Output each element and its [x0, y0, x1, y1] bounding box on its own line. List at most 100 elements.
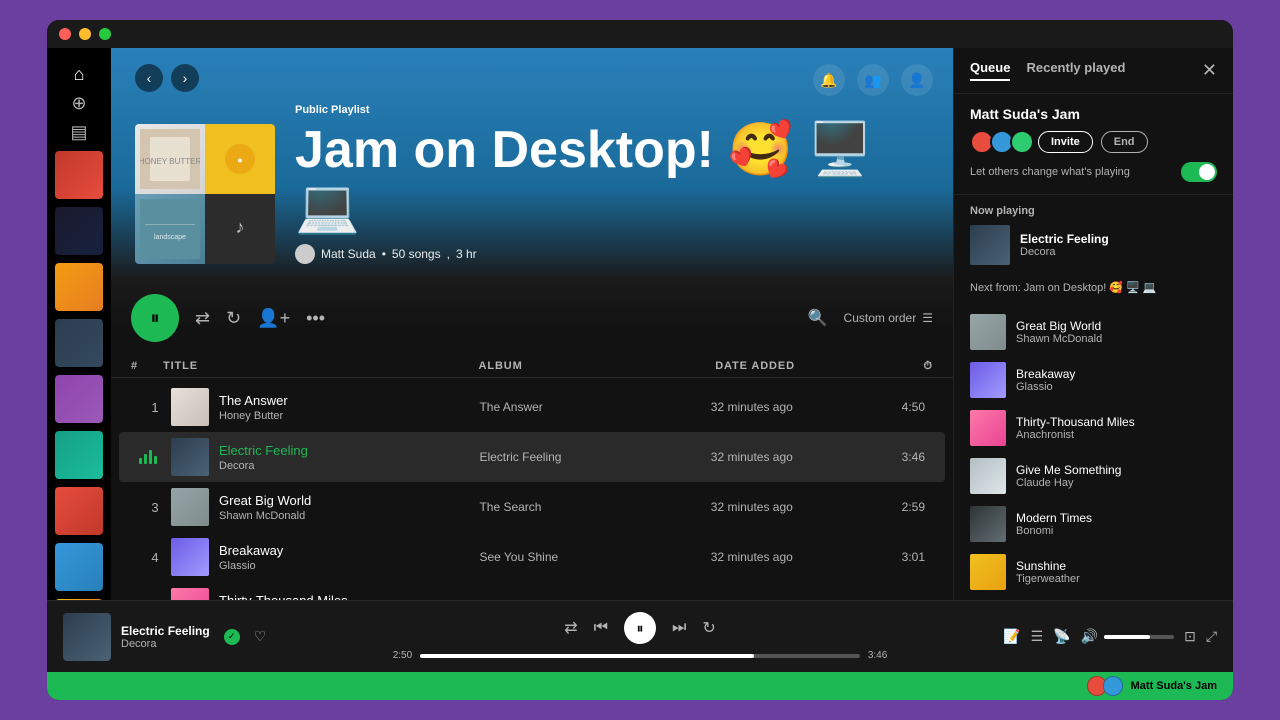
- toggle-switch[interactable]: [1181, 162, 1217, 182]
- track-info: The Answer Honey Butter: [171, 388, 479, 426]
- progress-track[interactable]: [420, 654, 860, 658]
- track-number: 4: [139, 550, 171, 565]
- queue-item[interactable]: Sunshine Tigerweather: [962, 548, 1225, 596]
- lyrics-icon[interactable]: 📝: [1003, 628, 1020, 645]
- jam-controls: Invite End: [970, 130, 1217, 154]
- more-options-icon[interactable]: •••: [306, 308, 325, 329]
- playlist-header: ‹ › 🔔 👥 👤 HONEY BUTTER ●: [111, 48, 953, 280]
- custom-order-button[interactable]: Custom order ☰: [844, 311, 933, 325]
- user-avatar[interactable]: 👤: [901, 64, 933, 96]
- queue-item[interactable]: Thirty-Thousand Miles Anachronist: [962, 404, 1225, 452]
- add-user-icon[interactable]: 👤+: [257, 308, 290, 329]
- playlist-duration: 3 hr: [456, 247, 477, 261]
- queue-list: Great Big World Shawn McDonald Breakaway…: [954, 308, 1233, 600]
- repeat-button[interactable]: ↻: [702, 618, 715, 638]
- miniplayer-icon[interactable]: ⊡: [1184, 628, 1196, 645]
- previous-button[interactable]: ⏮: [594, 619, 608, 637]
- sidebar-album-6[interactable]: [55, 431, 103, 479]
- song-count: 50 songs: [392, 247, 441, 261]
- track-number: 3: [139, 500, 171, 515]
- nav-forward-button[interactable]: ›: [171, 64, 199, 92]
- player-jam-badge: ✓: [224, 629, 240, 645]
- queue-item[interactable]: Great Big World Shawn McDonald: [962, 308, 1225, 356]
- tab-recently-played[interactable]: Recently played: [1026, 60, 1125, 81]
- current-time: 2:50: [393, 650, 412, 661]
- queue-icon[interactable]: ☰: [1031, 628, 1044, 645]
- sidebar-icon-search[interactable]: ⊕: [59, 93, 99, 114]
- maximize-button[interactable]: [99, 28, 111, 40]
- track-list: 1 The Answer Honey Butter The Answer32 m…: [111, 382, 953, 600]
- shuffle-icon[interactable]: ⇄: [195, 308, 210, 329]
- next-button[interactable]: ⏭: [672, 619, 686, 637]
- playlist-meta: Matt Suda • 50 songs , 3 hr: [295, 244, 929, 264]
- track-row[interactable]: 4 Breakaway Glassio See You Shine32 minu…: [119, 532, 945, 582]
- player-center: ⇄ ⏮ ⏸ ⏭ ↻ 2:50 3:46: [393, 612, 888, 661]
- end-button[interactable]: End: [1101, 131, 1148, 153]
- playlist-cover: HONEY BUTTER ● landscape ♪: [135, 124, 275, 264]
- queue-item[interactable]: Modern Times Bonomi: [962, 500, 1225, 548]
- col-num: #: [131, 360, 163, 373]
- jam-bar: Matt Suda's Jam: [47, 672, 1233, 700]
- play-pause-button[interactable]: ⏸: [131, 294, 179, 342]
- search-icon[interactable]: 🔍: [808, 308, 828, 328]
- friends-icon[interactable]: 👥: [857, 64, 889, 96]
- volume-icon[interactable]: 🔊: [1081, 628, 1098, 645]
- qi-artist: Anachronist: [1016, 429, 1135, 441]
- track-row[interactable]: Electric Feeling Decora Electric Feeling…: [119, 432, 945, 482]
- repeat-icon[interactable]: ↻: [226, 308, 241, 329]
- progress-fill: [420, 654, 754, 658]
- bell-icon[interactable]: 🔔: [813, 64, 845, 96]
- right-sidebar: Queue Recently played ✕ Matt Suda's Jam …: [953, 48, 1233, 600]
- close-button[interactable]: [59, 28, 71, 40]
- track-name: Electric Feeling: [219, 443, 308, 458]
- svg-text:●: ●: [237, 155, 242, 165]
- next-from-label: Next from: Jam on Desktop! 🥰 🖥️ 💻: [970, 281, 1217, 294]
- minimize-button[interactable]: [79, 28, 91, 40]
- sidebar-album-7[interactable]: [55, 487, 103, 535]
- queue-item[interactable]: Breakaway Glassio: [962, 356, 1225, 404]
- track-name: Breakaway: [219, 543, 283, 558]
- sidebar-album-3[interactable]: [55, 263, 103, 311]
- cover-cell-2: ●: [205, 124, 275, 194]
- track-row[interactable]: 5 Thirty-Thousand Miles Anachronist RGB3…: [119, 582, 945, 600]
- fullscreen-icon[interactable]: ⤢: [1206, 628, 1217, 645]
- sidebar-album-2[interactable]: [55, 207, 103, 255]
- track-duration: 3:01: [865, 550, 925, 564]
- track-row[interactable]: 3 Great Big World Shawn McDonald The Sea…: [119, 482, 945, 532]
- queue-item[interactable]: Give Me Something Claude Hay: [962, 452, 1225, 500]
- track-row[interactable]: 1 The Answer Honey Butter The Answer32 m…: [119, 382, 945, 432]
- cover-cell-3: landscape: [135, 194, 205, 264]
- tab-queue[interactable]: Queue: [970, 60, 1010, 81]
- pause-button[interactable]: ⏸: [624, 612, 656, 644]
- col-date: Date added: [715, 360, 873, 373]
- track-artist: Decora: [219, 460, 308, 472]
- queue-tabs: Queue Recently played: [970, 60, 1125, 81]
- jam-toggle: Let others change what's playing: [970, 162, 1217, 182]
- track-duration: 2:59: [865, 500, 925, 514]
- track-album: The Answer: [479, 400, 710, 414]
- track-table-header: # Title Album Date added ⏱: [111, 356, 953, 378]
- connect-icon[interactable]: 📡: [1053, 628, 1070, 645]
- sidebar-album-4[interactable]: [55, 319, 103, 367]
- header-icons: 🔔 👥 👤: [813, 64, 933, 96]
- sidebar-album-5[interactable]: [55, 375, 103, 423]
- close-queue-button[interactable]: ✕: [1202, 60, 1217, 81]
- shuffle-button[interactable]: ⇄: [564, 618, 577, 638]
- sidebar-album-8[interactable]: [55, 543, 103, 591]
- sidebar-icon-library[interactable]: ▤: [59, 122, 99, 143]
- playlist-type: Public Playlist: [295, 104, 929, 116]
- player-heart-icon[interactable]: ♡: [254, 628, 267, 645]
- nav-arrows: ‹ ›: [135, 64, 929, 92]
- track-name-col: Electric Feeling Decora: [219, 443, 308, 472]
- np-thumb: [970, 225, 1010, 265]
- qi-thumb: [970, 314, 1006, 350]
- invite-button[interactable]: Invite: [1038, 131, 1093, 153]
- track-artist: Shawn McDonald: [219, 510, 311, 522]
- volume-track[interactable]: [1104, 635, 1174, 639]
- track-name: Thirty-Thousand Miles: [219, 593, 348, 600]
- nav-back-button[interactable]: ‹: [135, 64, 163, 92]
- track-thumb: [171, 538, 209, 576]
- sidebar-icon-home[interactable]: ⌂: [59, 64, 99, 85]
- sidebar-album-1[interactable]: [55, 151, 103, 199]
- jam-avatar-3: [1010, 130, 1034, 154]
